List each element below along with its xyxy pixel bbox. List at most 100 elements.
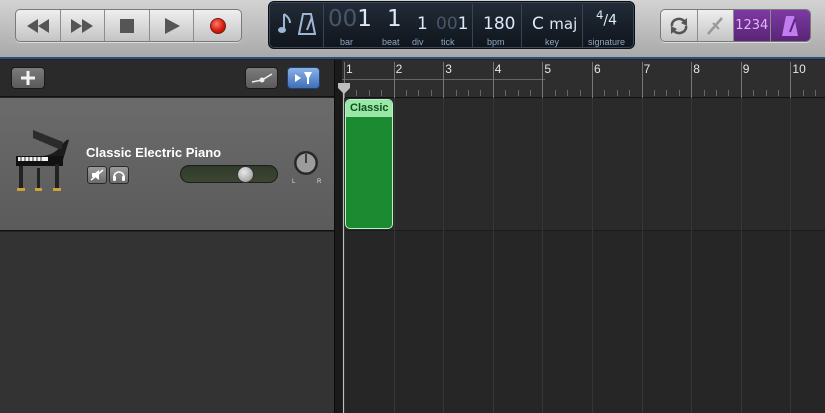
ruler-beat-tick (505, 90, 507, 96)
record-icon (209, 17, 226, 34)
ruler-bar-number: 9 (742, 62, 750, 76)
ruler-bar-number: 1 (346, 62, 353, 76)
ruler-beat-tick (517, 90, 519, 96)
ruler-bar-number: 7 (643, 62, 651, 76)
ruler-beat-tick (381, 90, 383, 96)
pan-knob[interactable] (292, 150, 320, 178)
track-name[interactable]: Classic Electric Piano (86, 145, 221, 160)
ruler-beat-tick (654, 90, 655, 96)
tuner-icon (278, 13, 291, 33)
ruler-beat-tick (703, 90, 705, 96)
ruler-beat-tick (728, 90, 730, 96)
metronome-lcd-icon (298, 13, 316, 35)
ruler-bar-line (443, 62, 445, 98)
count-in-label: 1234 (735, 18, 769, 33)
catch-icon (294, 72, 312, 84)
beat-value: 1 (387, 6, 402, 32)
ruler-bar-line (393, 62, 395, 98)
smart-controls-filter-button[interactable] (287, 67, 320, 89)
cycle-icon (670, 17, 688, 34)
track-header-empty-area[interactable] (0, 232, 334, 413)
bar-leading-digits: 00 (328, 6, 358, 32)
ruler-beat-tick (765, 90, 767, 96)
ruler-bar-number: 8 (693, 62, 700, 76)
ruler-bar-line (492, 62, 494, 98)
playhead-icon[interactable] (338, 83, 350, 95)
lcd-display[interactable]: 001 bar 1 beat 1 div 001 tick 180 bpm C … (268, 1, 635, 49)
record-button[interactable] (194, 10, 241, 41)
ruler-beat-tick (629, 90, 631, 96)
ruler-bar-line (641, 62, 643, 98)
ruler-bar-number: 5 (544, 62, 552, 76)
fast-forward-icon (71, 18, 94, 33)
track-header[interactable]: Classic Electric Piano L R (0, 98, 334, 231)
plus-icon (21, 71, 35, 85)
time-signature[interactable]: 4/4 (596, 8, 617, 29)
control-bar: 001 bar 1 beat 1 div 001 tick 180 bpm C … (0, 0, 825, 59)
mute-icon (90, 169, 104, 181)
tool-buttons: 1234 (660, 9, 811, 42)
ruler-beat-tick (815, 90, 817, 96)
automation-icon (251, 73, 272, 83)
rewind-button[interactable] (16, 10, 61, 41)
ruler[interactable]: 1 2 3 4 5 6 7 8 9 10 (342, 60, 825, 98)
ruler-beat-tick (579, 90, 581, 96)
automation-button[interactable] (245, 67, 278, 89)
add-track-button[interactable] (11, 67, 45, 89)
ruler-beat-tick (678, 90, 680, 96)
garageband-window: 001 bar 1 beat 1 div 001 tick 180 bpm C … (0, 0, 825, 413)
key-mode: maj (549, 15, 578, 33)
play-icon (164, 17, 180, 34)
bar-grid-line (393, 98, 395, 413)
track-header-toolbar (0, 60, 334, 97)
signature-label: signature (588, 37, 626, 47)
header-divider[interactable] (334, 60, 342, 413)
key-root: C (532, 14, 544, 34)
midi-region[interactable]: Classic (345, 99, 393, 229)
track-lane[interactable] (342, 98, 825, 231)
stop-button[interactable] (105, 10, 150, 41)
headphones-button[interactable] (109, 166, 129, 184)
ruler-bar-line (790, 62, 792, 98)
ruler-beat-tick (616, 90, 618, 96)
bar-grid-line (542, 98, 544, 413)
metronome-icon (782, 15, 799, 36)
tick-value: 1 (457, 14, 469, 34)
bar-label: bar (340, 37, 354, 47)
count-in-button[interactable]: 1234 (734, 10, 771, 41)
tuning-fork-icon (707, 16, 724, 35)
beat-label: beat (382, 37, 400, 47)
ruler-beat-tick (356, 90, 358, 96)
tempo-value[interactable]: 180 (483, 14, 515, 34)
ruler-beat-tick (666, 90, 668, 96)
bar-grid-line (592, 98, 593, 413)
pan-left-label: L (292, 179, 296, 185)
ruler-bar-number: 4 (494, 62, 502, 76)
play-button[interactable] (150, 10, 195, 41)
ruler-beat-tick (604, 90, 606, 96)
bar-grid-line (691, 98, 693, 413)
transport-controls (15, 9, 242, 42)
ruler-bar-number: 3 (445, 62, 452, 76)
bar-grid-line (740, 98, 742, 413)
tick-leading-digits: 00 (436, 14, 458, 34)
ruler-beat-tick (480, 90, 482, 96)
headphones-icon (113, 171, 125, 181)
tracks-area[interactable]: Classic (342, 98, 825, 413)
signature-denominator: 4 (608, 12, 618, 29)
pan-right-label: R (317, 179, 322, 185)
cycle-button[interactable] (661, 10, 698, 41)
metronome-button[interactable] (770, 10, 810, 41)
ruler-beat-tick (802, 90, 804, 96)
bar-grid-line (641, 98, 643, 413)
volume-slider[interactable] (180, 165, 278, 183)
ruler-beat-tick (716, 90, 717, 96)
fast-forward-button[interactable] (61, 10, 106, 41)
ruler-beat-tick (468, 90, 469, 96)
stop-icon (120, 18, 135, 33)
mute-button[interactable] (87, 166, 107, 184)
rewind-icon (26, 18, 49, 33)
volume-slider-knob[interactable] (237, 166, 254, 183)
tuner-button[interactable] (698, 10, 735, 41)
ruler-bar-line (592, 62, 593, 98)
